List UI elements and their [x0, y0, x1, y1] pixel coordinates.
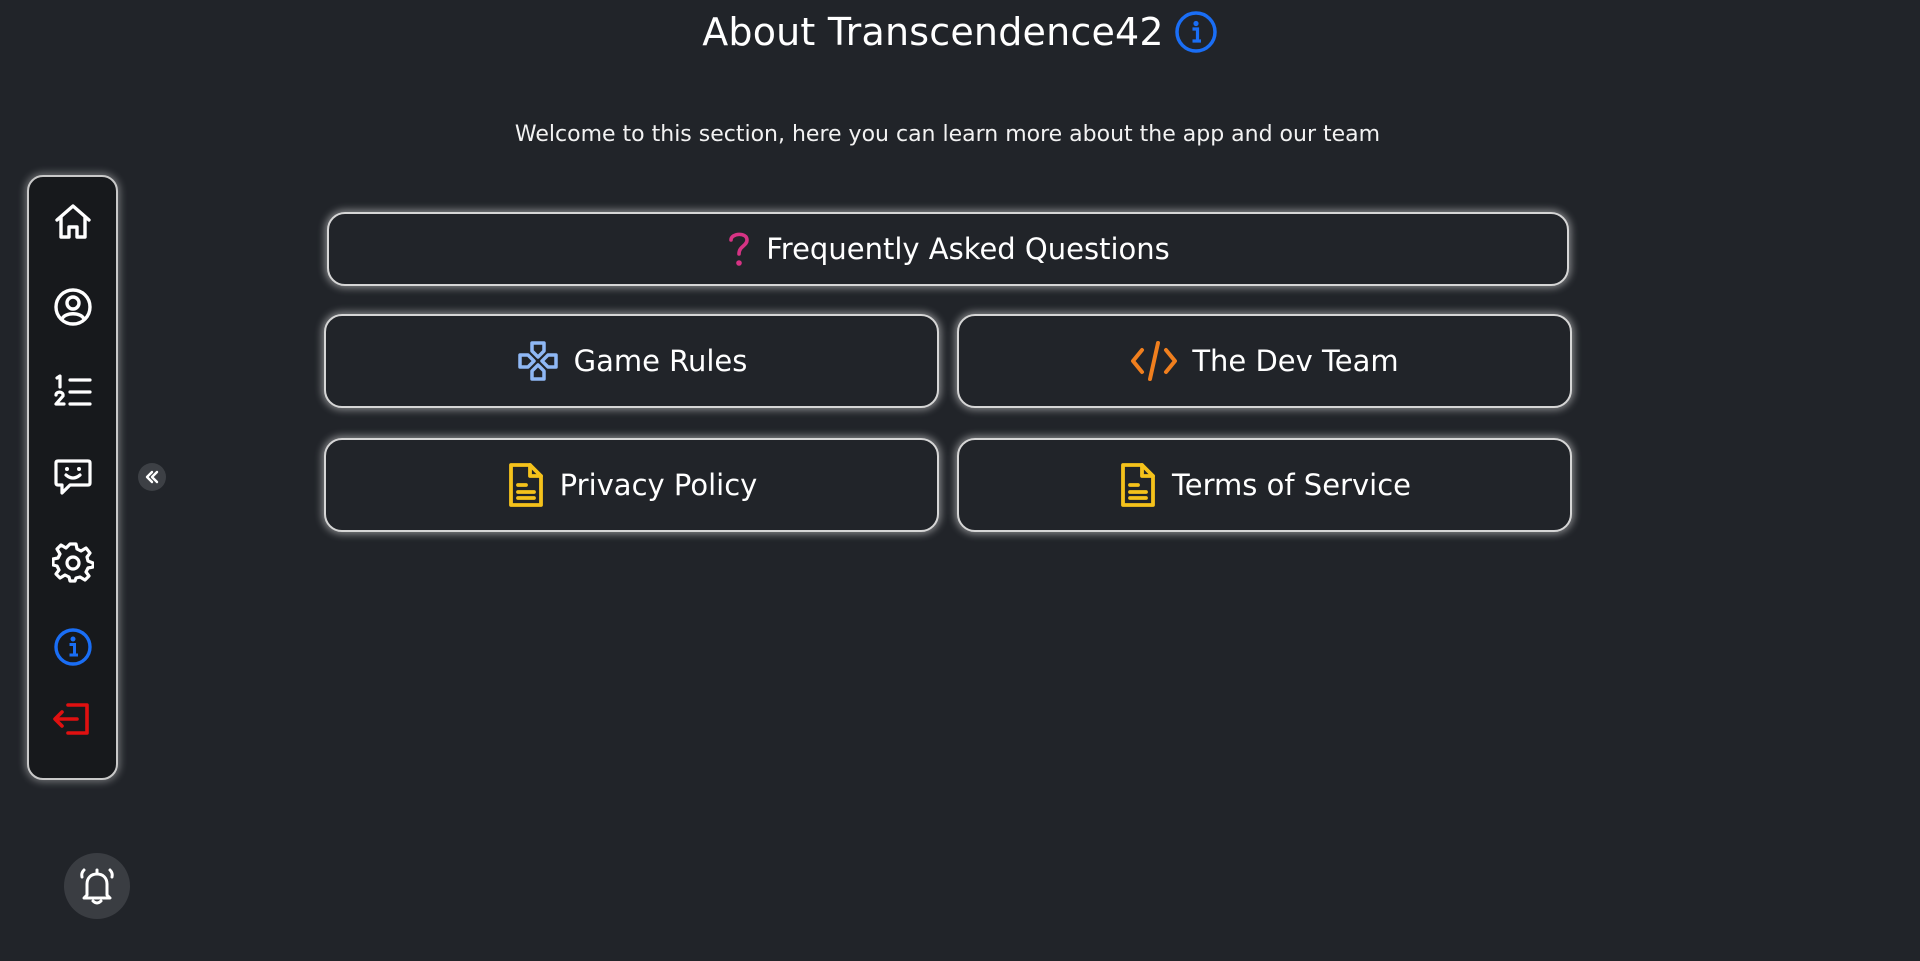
sidebar-item-about[interactable] [29, 617, 116, 677]
sidebar-item-home[interactable] [29, 192, 116, 252]
faq-button[interactable]: Frequently Asked Questions [327, 212, 1569, 286]
user-circle-icon [53, 288, 92, 326]
gamepad-icon [517, 341, 558, 381]
bell-icon [80, 868, 114, 905]
sidebar-item-logout[interactable] [29, 689, 116, 749]
sidebar-item-profile[interactable] [29, 277, 116, 337]
gear-icon [51, 542, 94, 583]
privacy-policy-label: Privacy Policy [559, 468, 758, 502]
sidebar-item-leaderboard[interactable] [29, 362, 116, 422]
ordered-list-icon [53, 374, 92, 406]
dev-team-label: The Dev Team [1192, 344, 1399, 378]
terms-of-service-button[interactable]: Terms of Service [957, 438, 1572, 532]
collapse-sidebar-button[interactable] [138, 463, 166, 491]
game-rules-button[interactable]: Game Rules [324, 314, 939, 408]
double-chevron-left-icon [145, 470, 159, 484]
page-title: About Transcendence42 [702, 10, 1164, 54]
sidebar-item-chat[interactable] [29, 447, 116, 507]
dev-team-button[interactable]: The Dev Team [957, 314, 1572, 408]
home-icon [54, 204, 91, 239]
document-icon [508, 463, 543, 507]
page-title-row: About Transcendence42 [0, 10, 1920, 54]
privacy-policy-button[interactable]: Privacy Policy [324, 438, 939, 532]
faq-label: Frequently Asked Questions [766, 232, 1170, 266]
page-subtitle: Welcome to this section, here you can le… [514, 122, 1381, 147]
document-icon [1121, 463, 1155, 507]
code-icon [1131, 341, 1178, 381]
logout-icon [52, 703, 89, 735]
info-circle-icon [1175, 11, 1217, 53]
terms-of-service-label: Terms of Service [1172, 468, 1411, 502]
chat-smile-icon [53, 459, 92, 495]
sidebar-item-settings[interactable] [29, 532, 116, 592]
notifications-button[interactable] [64, 853, 130, 919]
game-rules-label: Game Rules [573, 344, 748, 378]
info-circle-icon [53, 628, 92, 666]
question-mark-icon [729, 232, 750, 266]
sidebar-nav [27, 175, 118, 780]
